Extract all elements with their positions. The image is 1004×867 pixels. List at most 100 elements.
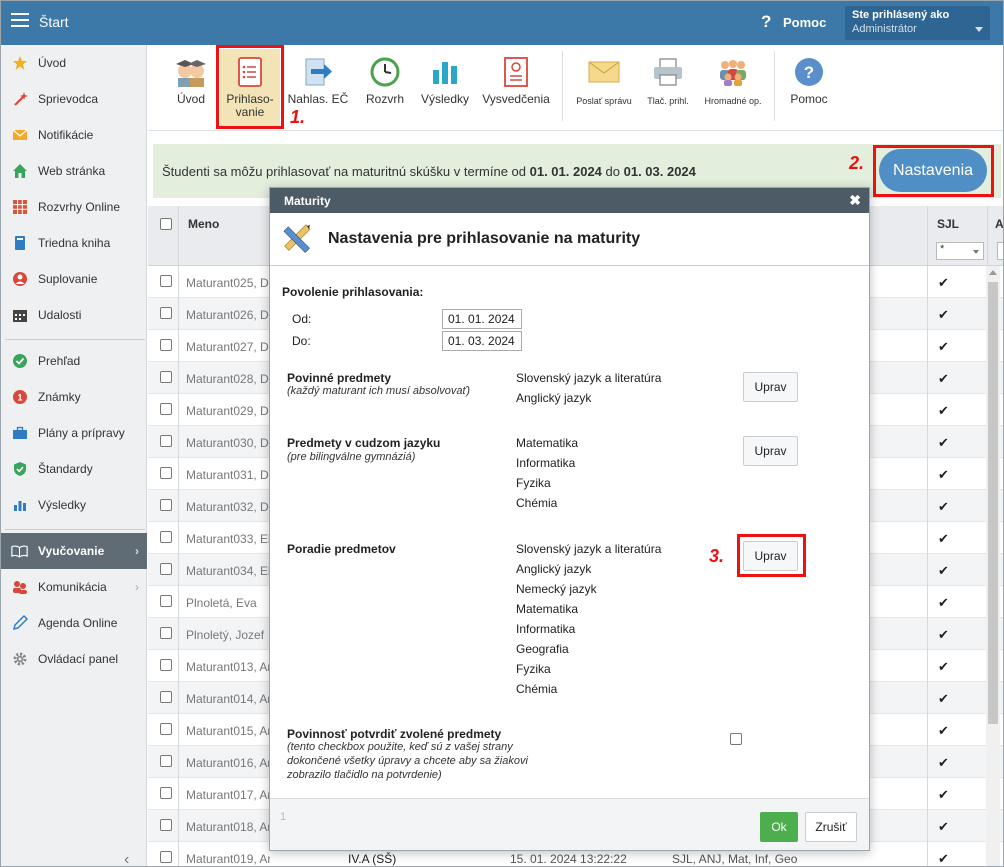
students-icon	[174, 55, 208, 89]
student-name[interactable]: Maturant027, D	[186, 340, 270, 354]
row-checkbox[interactable]	[160, 595, 172, 607]
sidebar-item-rozvrhy[interactable]: Rozvrhy Online	[1, 189, 147, 225]
help-icon[interactable]: ?	[761, 12, 771, 32]
toolbar-vysvedcenia[interactable]: Vysvedčenia	[481, 49, 551, 127]
student-name[interactable]: Maturant034, El	[186, 564, 270, 578]
column-header-a[interactable]: A	[995, 217, 1003, 231]
row-checkbox[interactable]	[160, 755, 172, 767]
sidebar-item-web[interactable]: Web stránka	[1, 153, 147, 189]
sidebar-item-suplovanie[interactable]: Suplovanie	[1, 261, 147, 297]
toolbar-rozvrh[interactable]: Rozvrh	[360, 49, 410, 127]
student-name[interactable]: Maturant017, Ar	[186, 788, 270, 802]
row-checkbox[interactable]	[160, 723, 172, 735]
student-name[interactable]: Maturant030, D	[186, 436, 270, 450]
sidebar-item-triedna-kniha[interactable]: Triedna kniha	[1, 225, 147, 261]
collapse-sidebar-icon[interactable]: ‹	[124, 851, 129, 866]
toolbar-hromadne-op[interactable]: Hromadné op.	[700, 49, 766, 127]
check-icon: ✔	[938, 787, 949, 802]
sidebar-item-standardy[interactable]: Štandardy	[1, 451, 147, 487]
toolbar-uvod[interactable]: Úvod	[166, 49, 216, 127]
sidebar-item-vyucovanie[interactable]: Vyučovanie ›	[1, 533, 147, 569]
shield-check-icon	[11, 461, 28, 478]
date-to-input[interactable]	[442, 331, 522, 351]
sidebar-item-sprievodca[interactable]: Sprievodca	[1, 81, 147, 117]
student-name[interactable]: Plnoletá, Eva	[186, 596, 270, 610]
student-name[interactable]: Maturant025, D	[186, 276, 270, 290]
order-subject: Fyzika	[516, 662, 551, 676]
ok-button[interactable]: Ok	[760, 812, 798, 842]
row-checkbox[interactable]	[160, 467, 172, 479]
student-name[interactable]: Maturant029, D	[186, 404, 270, 418]
student-name[interactable]: Plnoletý, Jozef	[186, 628, 270, 642]
sidebar-item-komunikacia[interactable]: Komunikácia ›	[1, 569, 147, 605]
row-checkbox[interactable]	[160, 691, 172, 703]
edit-foreign-button[interactable]: Uprav	[743, 436, 798, 466]
student-name[interactable]: Maturant033, El	[186, 532, 270, 546]
row-checkbox[interactable]	[160, 307, 172, 319]
sidebar-item-agenda[interactable]: Agenda Online	[1, 605, 147, 641]
student-name[interactable]: Maturant028, D	[186, 372, 270, 386]
help-link[interactable]: Pomoc	[783, 15, 826, 30]
column-header-name[interactable]: Meno	[188, 217, 219, 231]
sidebar-item-plany[interactable]: Plány a prípravy	[1, 415, 147, 451]
scrollbar-thumb[interactable]	[988, 282, 998, 724]
row-checkbox[interactable]	[160, 627, 172, 639]
student-name[interactable]: Maturant018, Ar	[186, 820, 270, 834]
column-header-sjl[interactable]: SJL	[937, 217, 959, 231]
check-icon: ✔	[938, 307, 949, 322]
row-checkbox[interactable]	[160, 819, 172, 831]
envelope-icon	[11, 127, 28, 144]
toolbar-poslat-spravu[interactable]: Poslať správu	[572, 49, 636, 127]
sidebar-item-ovladaci-panel[interactable]: Ovládací panel	[1, 641, 147, 677]
sidebar-item-znamky[interactable]: 1 Známky	[1, 379, 147, 415]
toolbar-label: Tlač. prihl.	[647, 96, 689, 106]
row-checkbox[interactable]	[160, 659, 172, 671]
student-name[interactable]: Maturant016, Ar	[186, 756, 270, 770]
row-checkbox[interactable]	[160, 851, 172, 863]
student-name[interactable]: Maturant031, D	[186, 468, 270, 482]
toolbar-pomoc[interactable]: ? Pomoc	[784, 49, 834, 127]
svg-text:?: ?	[804, 63, 814, 82]
confirm-checkbox[interactable]	[730, 733, 742, 745]
row-checkbox[interactable]	[160, 435, 172, 447]
arrow-right-icon	[301, 55, 335, 89]
sjl-filter-select[interactable]: *	[936, 242, 984, 260]
foreign-subjects-note: (pre bilingválne gymnáziá)	[287, 451, 416, 463]
scroll-up-icon[interactable]	[989, 270, 997, 275]
select-all-checkbox[interactable]	[160, 218, 172, 230]
row-checkbox[interactable]	[160, 339, 172, 351]
row-checkbox[interactable]	[160, 499, 172, 511]
sidebar-item-uvod[interactable]: Úvod	[1, 45, 147, 81]
menu-icon[interactable]	[11, 13, 29, 27]
student-name[interactable]: Maturant015, Ar	[186, 724, 270, 738]
toolbar-vysledky[interactable]: Výsledky	[418, 49, 472, 127]
sidebar-item-vysledky[interactable]: Výsledky	[1, 487, 147, 523]
sidebar-item-notifikacie[interactable]: Notifikácie	[1, 117, 147, 153]
a-filter-select[interactable]	[997, 242, 1003, 260]
banner-date-to: 01. 03. 2024	[623, 164, 696, 179]
user-menu[interactable]: Ste prihlásený ako Administrátor	[845, 6, 990, 40]
row-checkbox[interactable]	[160, 531, 172, 543]
student-name[interactable]: Maturant019, Artúr	[186, 852, 270, 866]
row-checkbox[interactable]	[160, 275, 172, 287]
sidebar-item-prehlad[interactable]: Prehľad	[1, 343, 147, 379]
student-name[interactable]: Maturant026, D	[186, 308, 270, 322]
edit-mandatory-button[interactable]: Uprav	[743, 372, 798, 402]
student-name[interactable]: Maturant013, Ar	[186, 660, 270, 674]
row-checkbox[interactable]	[160, 371, 172, 383]
app-title[interactable]: Štart	[39, 14, 69, 30]
row-checkbox[interactable]	[160, 563, 172, 575]
student-name[interactable]: Maturant032, D	[186, 500, 270, 514]
row-checkbox[interactable]	[160, 787, 172, 799]
mandatory-subject: Anglický jazyk	[516, 391, 592, 405]
check-icon: ✔	[938, 627, 949, 642]
toolbar-tlac-prihl[interactable]: Tlač. prihl.	[642, 49, 694, 127]
close-icon[interactable]: ✖	[849, 192, 861, 209]
cancel-button[interactable]: Zrušiť	[805, 812, 857, 842]
student-name[interactable]: Maturant014, Ar	[186, 692, 270, 706]
row-checkbox[interactable]	[160, 403, 172, 415]
table-scrollbar[interactable]	[986, 266, 1000, 866]
date-from-input[interactable]	[442, 309, 522, 329]
sidebar-item-udalosti[interactable]: Udalosti	[1, 297, 147, 333]
toolbar-label: Hromadné op.	[704, 96, 762, 106]
